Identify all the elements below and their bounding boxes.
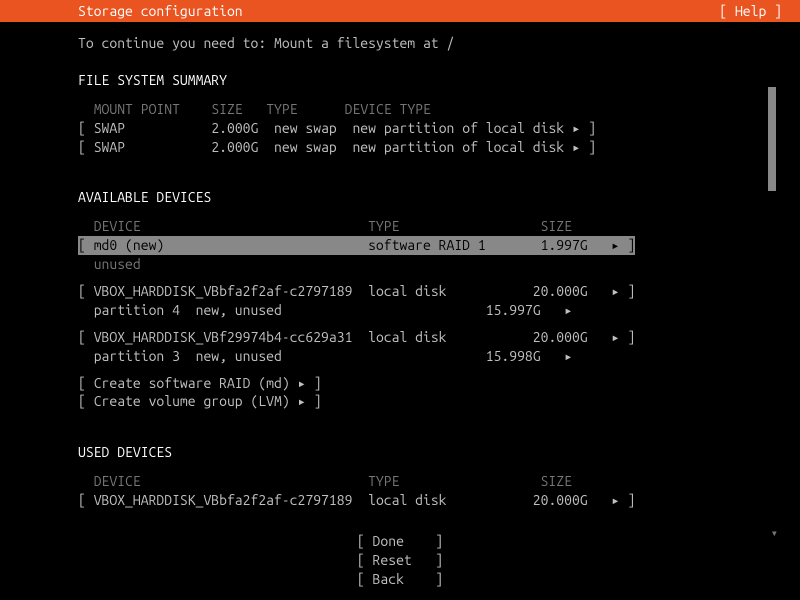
instruction-text: To continue you need to: Mount a filesys… <box>78 34 800 53</box>
used-device-row[interactable]: [ VBOX_HARDDISK_VBbfa2f2af-c2797189 loca… <box>78 491 800 510</box>
main-content: To continue you need to: Mount a filesys… <box>0 22 800 510</box>
chevron-right-icon: ▸ <box>564 302 572 318</box>
top-bar: Storage configuration [ Help ] <box>0 0 800 22</box>
reset-button[interactable]: [ Reset ] <box>0 551 800 570</box>
chevron-right-icon: ▸ <box>298 375 306 391</box>
chevron-right-icon: ▸ <box>611 329 619 345</box>
device-row-md0[interactable]: [ md0 (new) software RAID 1 1.997G ▸ ] <box>78 236 800 255</box>
fs-row[interactable]: [ SWAP 2.000G new swap new partition of … <box>78 138 800 157</box>
chevron-right-icon: ▸ <box>611 237 619 253</box>
fs-summary-headers: MOUNT POINT SIZE TYPE DEVICE TYPE <box>78 100 800 119</box>
page-title: Storage configuration <box>78 2 243 21</box>
done-button[interactable]: [ Done ] <box>0 532 800 551</box>
chevron-right-icon: ▸ <box>564 348 572 364</box>
device-sub: unused <box>78 255 800 274</box>
scrollbar-thumb[interactable] <box>768 87 776 191</box>
partition-row[interactable]: partition 4 new, unused 15.997G ▸ <box>78 301 800 320</box>
chevron-right-icon: ▸ <box>298 393 306 409</box>
create-raid-button[interactable]: [ Create software RAID (md) ▸ ] <box>78 374 800 393</box>
available-headers: DEVICE TYPE SIZE <box>78 217 800 236</box>
fs-summary-title: FILE SYSTEM SUMMARY <box>78 71 800 90</box>
create-lvm-button[interactable]: [ Create volume group (LVM) ▸ ] <box>78 392 800 411</box>
chevron-right-icon: ▸ <box>572 120 580 136</box>
button-bar: [ Done ] [ Reset ] [ Back ] <box>0 532 800 589</box>
used-title: USED DEVICES <box>78 443 800 462</box>
available-title: AVAILABLE DEVICES <box>78 188 800 207</box>
help-button[interactable]: [ Help ] <box>719 2 782 21</box>
chevron-right-icon: ▸ <box>572 139 580 155</box>
scrollbar[interactable] <box>768 87 776 539</box>
used-headers: DEVICE TYPE SIZE <box>78 472 800 491</box>
fs-row[interactable]: [ SWAP 2.000G new swap new partition of … <box>78 119 800 138</box>
chevron-right-icon: ▸ <box>611 283 619 299</box>
device-row[interactable]: [ VBOX_HARDDISK_VBf29974b4-cc629a31 loca… <box>78 328 800 347</box>
chevron-right-icon: ▸ <box>611 492 619 508</box>
back-button[interactable]: [ Back ] <box>0 570 800 589</box>
partition-row[interactable]: partition 3 new, unused 15.998G ▸ <box>78 347 800 366</box>
device-row[interactable]: [ VBOX_HARDDISK_VBbfa2f2af-c2797189 loca… <box>78 282 800 301</box>
